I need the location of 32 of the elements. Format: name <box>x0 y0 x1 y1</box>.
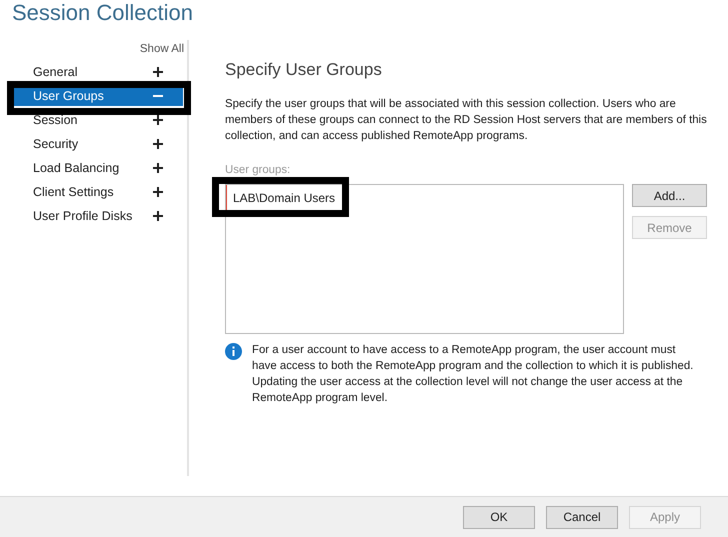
info-icon <box>225 343 242 360</box>
show-all-link[interactable]: Show All <box>14 40 187 60</box>
nav-label: User Groups <box>33 89 104 103</box>
nav-label: Security <box>33 137 78 151</box>
plus-icon[interactable] <box>153 187 163 197</box>
nav-item[interactable]: User Groups <box>14 86 183 106</box>
info-text: For a user account to have access to a RemoteApp program, the user account must have access to both the RemoteApp program and the collection to which it is published. Updating the user access at the collection level will not change the user access at the RemoteApp program level. <box>252 343 694 406</box>
plus-icon[interactable] <box>153 139 163 149</box>
nav-item[interactable]: General <box>14 60 183 84</box>
plus-icon[interactable] <box>153 163 163 173</box>
plus-icon[interactable] <box>153 67 163 77</box>
list-item[interactable]: LAB\Domain Users <box>226 185 342 211</box>
list-label: User groups: <box>225 164 292 178</box>
nav-item[interactable]: Session <box>14 108 183 132</box>
dialog-button[interactable]: Cancel <box>546 506 618 528</box>
description-text: Specify the user groups that will be associated with this session collection. Users who are members of these groups can connect to the RD Session Host servers that are members of this collection, and can access published RemoteApp programs. <box>225 97 708 144</box>
user-groups-list[interactable]: LAB\Domain Users <box>225 184 624 334</box>
list-button[interactable]: Add... <box>632 184 707 207</box>
nav-label: User Profile Disks <box>33 209 132 223</box>
nav-label: Client Settings <box>33 185 114 199</box>
nav-item[interactable]: Security <box>14 132 183 156</box>
window-title: Session Collection <box>11 0 194 27</box>
page-heading: Specify User Groups <box>225 60 383 81</box>
nav-item[interactable]: User Profile Disks <box>14 204 183 228</box>
nav-item[interactable]: Load Balancing <box>14 156 183 180</box>
plus-icon[interactable] <box>153 211 163 221</box>
nav-label: Session <box>33 113 78 127</box>
dialog-button[interactable]: OK <box>463 506 535 528</box>
nav-item[interactable]: Client Settings <box>14 180 183 204</box>
nav-label: General <box>33 65 78 79</box>
plus-icon[interactable] <box>153 115 163 125</box>
nav-label: Load Balancing <box>33 161 120 175</box>
